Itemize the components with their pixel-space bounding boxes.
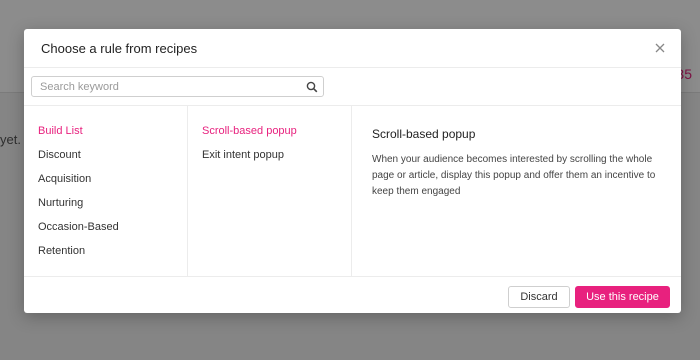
category-list-panel: Build List Discount Acquisition Nurturing Oc… (24, 106, 188, 276)
search-icon[interactable] (306, 80, 318, 93)
recipe-item[interactable]: Scroll-based popup (188, 119, 351, 143)
recipe-modal: Choose a rule from recipes Build ListDis… (24, 29, 681, 313)
category-item[interactable]: Occasion-Based (24, 215, 187, 239)
category-item[interactable]: Retention (24, 239, 187, 263)
recipe-detail-panel: Scroll-based popup When your audience be… (352, 106, 681, 276)
recipe-detail-description: When your audience becomes interested by… (372, 154, 656, 197)
search-box (31, 76, 324, 97)
discard-button[interactable]: Discard (508, 286, 570, 308)
category-list: Build List Discount Acquisition Nurturing Oc… (24, 106, 187, 263)
category-item[interactable]: Nurturing (24, 191, 187, 215)
search-input[interactable] (32, 77, 302, 96)
use-recipe-button[interactable]: Use this recipe (575, 286, 670, 308)
search-row (24, 68, 681, 106)
category-item[interactable]: Discount (24, 143, 187, 167)
recipe-list-panel: Scroll-based popup Exit intent popup (188, 106, 352, 276)
modal-footer: Discard Use this recipe (24, 276, 681, 314)
recipe-detail-title: Scroll-based popup (372, 127, 476, 141)
category-item[interactable]: Build List (24, 119, 187, 143)
recipe-item[interactable]: Exit intent popup (188, 143, 351, 167)
recipe-list: Scroll-based popup Exit intent popup (188, 106, 351, 167)
modal-header: Choose a rule from recipes (24, 29, 681, 68)
modal-title: Choose a rule from recipes (41, 41, 198, 56)
close-icon[interactable] (653, 41, 667, 55)
category-item[interactable]: Acquisition (24, 167, 187, 191)
